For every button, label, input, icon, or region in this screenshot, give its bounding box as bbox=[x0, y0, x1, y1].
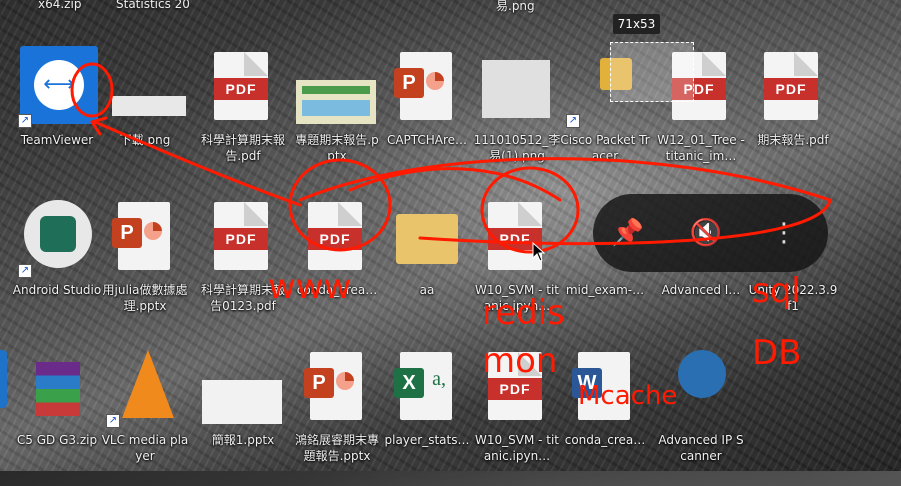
annotation-text-sql: sql bbox=[752, 271, 801, 311]
annotation-text-mon: mon bbox=[482, 341, 557, 381]
annotation-text-www: www bbox=[268, 267, 351, 307]
annotation-circle-www bbox=[288, 158, 392, 252]
mouse-cursor-icon bbox=[532, 242, 546, 262]
annotation-arrow-to-teamviewer bbox=[93, 120, 302, 207]
annotation-text-mcache: Mcache bbox=[578, 381, 677, 411]
annotation-circle-teamviewer bbox=[70, 62, 114, 118]
annotation-text-db: DB bbox=[752, 333, 802, 373]
annotation-text-redis: redis bbox=[482, 293, 565, 333]
handwritten-annotations: www redis mon Mcache sql DB bbox=[70, 62, 832, 411]
annotation-circle-redis bbox=[480, 166, 580, 254]
